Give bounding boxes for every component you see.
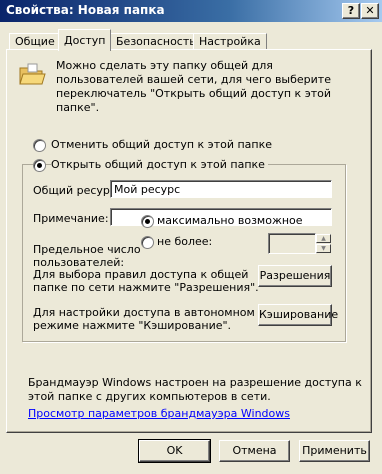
help-button[interactable]: ? xyxy=(342,3,360,19)
caching-button[interactable]: Кэширование xyxy=(258,304,338,326)
permissions-button[interactable]: Разрешения xyxy=(258,265,332,287)
title-bar[interactable]: Свойства: Новая папка ? ✕ xyxy=(0,0,382,22)
limit-max-label[interactable]: максимально возможное xyxy=(157,214,303,227)
limit-no-more-label[interactable]: не более: xyxy=(157,235,212,248)
firewall-note-line2: этой папке с других компьютеров в сети. xyxy=(28,390,271,403)
tab-general[interactable]: Общие xyxy=(9,33,61,50)
share-label[interactable]: Открыть общий доступ к этой папке xyxy=(51,158,268,171)
unshare-label[interactable]: Отменить общий доступ к этой папке xyxy=(51,138,272,151)
unshare-radio[interactable] xyxy=(33,139,46,152)
share-radio[interactable] xyxy=(33,159,46,172)
limit-max-radio[interactable] xyxy=(141,215,154,228)
tab-sharing[interactable]: Доступ xyxy=(58,29,112,51)
firewall-settings-link[interactable]: Просмотр параметров брандмауэра Windows xyxy=(28,407,290,420)
permissions-hint-line1: Для выбора правил доступа к общей xyxy=(33,268,249,281)
ok-button[interactable]: OK xyxy=(138,439,211,463)
sharing-intro-text: Можно сделать эту папку общей для пользо… xyxy=(56,59,332,114)
user-limit-spinner-field[interactable] xyxy=(268,233,316,254)
shared-folder-icon xyxy=(19,63,46,85)
user-limit-label-line1: Предельное число xyxy=(33,243,141,256)
caching-hint-line2: режиме нажмите "Кэширование". xyxy=(33,319,232,332)
close-button[interactable]: ✕ xyxy=(361,3,379,19)
tab-security[interactable]: Безопасность xyxy=(110,33,202,50)
limit-no-more-radio[interactable] xyxy=(141,236,154,249)
tab-customize[interactable]: Настройка xyxy=(193,33,267,50)
caching-hint-line1: Для настройки доступа в автономном xyxy=(33,306,255,319)
spinner-up-arrow-icon[interactable]: ▲ xyxy=(316,234,331,243)
spinner-down-arrow-icon[interactable]: ▼ xyxy=(316,244,331,253)
share-name-label: Общий ресурс: xyxy=(33,184,120,197)
apply-button[interactable]: Применить xyxy=(299,440,370,462)
firewall-note-line1: Брандмауэр Windows настроен на разрешени… xyxy=(28,376,362,389)
properties-dialog: Свойства: Новая папка ? ✕ Общие Доступ Б… xyxy=(0,0,382,474)
cancel-button[interactable]: Отмена xyxy=(219,440,290,462)
comment-label: Примечание: xyxy=(33,212,109,225)
permissions-hint-line2: папке по сети нажмите "Разрешения". xyxy=(33,281,259,294)
share-name-input[interactable]: Мой ресурс xyxy=(110,180,332,198)
window-title: Свойства: Новая папка xyxy=(6,3,165,17)
